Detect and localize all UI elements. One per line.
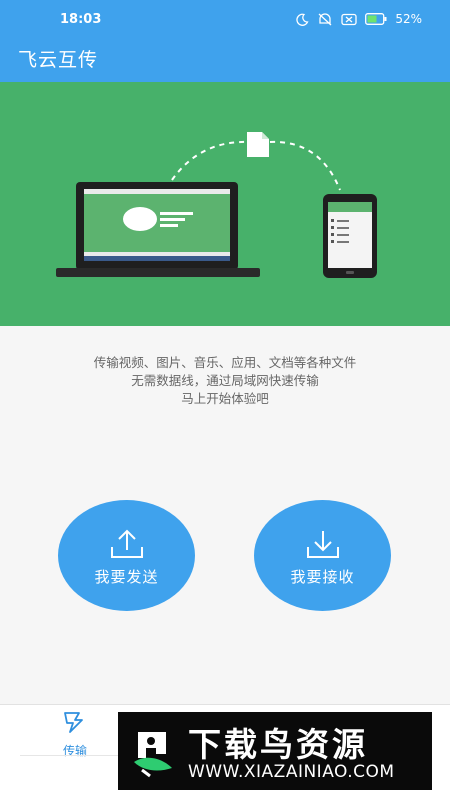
bird-logo-icon <box>128 724 178 782</box>
hero-banner <box>0 82 450 326</box>
send-label: 我要发送 <box>94 568 159 586</box>
nav-divider <box>20 755 130 756</box>
send-button[interactable]: 我要发送 <box>58 500 195 611</box>
phone-illustration <box>323 194 377 278</box>
watermark-url: WWW.XIAZAINIAO.COM <box>188 762 395 782</box>
laptop-illustration <box>56 182 260 277</box>
description-line-3: 马上开始体验吧 <box>181 391 269 406</box>
upload-icon <box>109 528 145 564</box>
tab-transfer-label: 传输 <box>62 744 87 758</box>
receive-button[interactable]: 我要接收 <box>254 500 391 611</box>
feature-description: 传输视频、图片、音乐、应用、文档等各种文件 无需数据线，通过局域网快速传输 马上… <box>0 354 450 408</box>
sim-off-icon <box>341 13 357 26</box>
download-icon <box>305 528 341 564</box>
watermark-banner: 下载鸟资源 WWW.XIAZAINIAO.COM <box>118 712 432 790</box>
description-line-2: 无需数据线，通过局域网快速传输 <box>131 373 319 388</box>
file-icon <box>247 132 269 157</box>
status-time: 18:03 <box>60 12 102 27</box>
status-icons: 52% <box>296 12 422 26</box>
tab-transfer[interactable]: 传输 <box>40 709 110 759</box>
moon-icon <box>296 13 309 26</box>
battery-icon <box>365 13 387 25</box>
status-bar: 18:03 52% <box>0 0 450 40</box>
battery-percent: 52% <box>395 12 422 26</box>
receive-label: 我要接收 <box>290 568 355 586</box>
watermark-title: 下载鸟资源 <box>188 725 368 764</box>
transfer-icon <box>40 709 110 739</box>
app-bar: 飞云互传 <box>0 40 450 82</box>
mute-icon <box>317 12 333 26</box>
app-title: 飞云互传 <box>18 49 99 71</box>
description-line-1: 传输视频、图片、音乐、应用、文档等各种文件 <box>93 355 357 370</box>
